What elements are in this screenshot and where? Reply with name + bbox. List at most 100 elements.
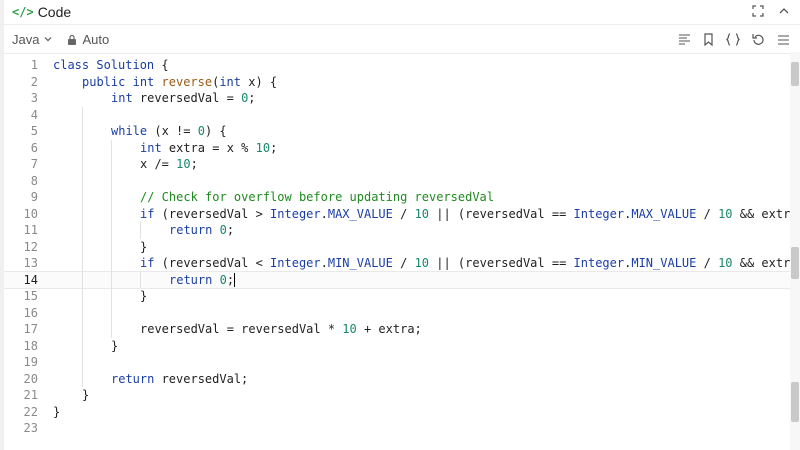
line-number: 9: [30, 190, 38, 204]
code-token: + extra;: [356, 322, 422, 336]
code-line[interactable]: 1 class Solution {: [4, 57, 800, 74]
code-token: ) {: [204, 124, 227, 138]
code-token: int: [219, 74, 242, 89]
text-cursor: [234, 273, 236, 287]
reset-icon[interactable]: [752, 33, 765, 46]
code-token: 10: [255, 140, 271, 155]
code-line[interactable]: 8: [4, 173, 800, 190]
code-token: class: [53, 58, 90, 72]
code-token: int: [111, 91, 133, 105]
code-token: {: [154, 58, 169, 72]
code-line[interactable]: 7 x /= 10;: [4, 156, 800, 173]
language-label: Java: [12, 31, 40, 47]
line-number: 14: [23, 272, 38, 287]
code-line[interactable]: 18}: [4, 338, 800, 355]
code-token: return: [169, 223, 213, 237]
code-text: }: [53, 338, 118, 355]
code-line[interactable]: 5 while (x != 0) {: [4, 123, 800, 140]
code-line[interactable]: 15}: [4, 288, 800, 305]
code-token: reversedVal;: [154, 371, 249, 386]
code-line[interactable]: 14 return 0;: [4, 270, 800, 289]
code-token: /: [696, 256, 719, 270]
line-number: 2: [30, 74, 38, 89]
code-token: }: [82, 388, 90, 402]
indent-guide: [111, 139, 112, 338]
code-token: 10: [718, 256, 733, 270]
code-token: x /=: [140, 157, 177, 171]
code-token: }: [111, 338, 119, 353]
code-line[interactable]: 16: [4, 305, 800, 322]
settings-icon[interactable]: [777, 33, 790, 46]
code-panel-header: </> Code: [4, 0, 800, 25]
code-token: ;: [248, 91, 256, 105]
line-number: 21: [23, 388, 38, 402]
format-icon[interactable]: [678, 33, 691, 45]
code-line[interactable]: 6 int extra = x % 10;: [4, 140, 800, 157]
code-text: class Solution {: [53, 57, 169, 74]
code-line[interactable]: 17 reversedVal = reversedVal * 10 + extra…: [4, 321, 800, 338]
line-number: 1: [30, 58, 38, 72]
code-token: Integer: [270, 206, 321, 221]
indent-guide: [82, 106, 83, 387]
scrollbar-thumb[interactable]: [791, 62, 799, 86]
code-line[interactable]: 4: [4, 107, 800, 124]
line-number: 16: [23, 305, 38, 320]
code-token: Integer: [270, 256, 321, 270]
code-text: }: [53, 288, 147, 305]
code-token: || (reversedVal ==: [429, 206, 574, 221]
code-token: if: [140, 256, 155, 270]
code-line[interactable]: 23: [4, 420, 800, 437]
code-token: ;: [226, 223, 235, 237]
scrollbar-marker: [791, 247, 799, 279]
code-line[interactable]: 12}: [4, 239, 800, 256]
code-line[interactable]: 13 if (reversedVal < Integer.MIN_VALUE / …: [4, 255, 800, 272]
code-token: return: [169, 272, 213, 287]
language-select[interactable]: Java: [12, 32, 53, 47]
code-line[interactable]: 3 int reversedVal = 0;: [4, 90, 800, 107]
code-line[interactable]: 11 return 0;: [4, 222, 800, 239]
code-token: Solution: [96, 58, 155, 72]
lock-icon: [68, 34, 77, 45]
code-token: 10: [414, 206, 430, 221]
code-text: }: [53, 239, 147, 256]
code-token: 10: [718, 206, 733, 221]
code-line[interactable]: 9 // Check for overflow before updating r…: [4, 189, 800, 206]
code-line[interactable]: 22}: [4, 404, 800, 421]
auto-mode[interactable]: Auto: [67, 32, 109, 47]
code-token: while: [111, 124, 148, 138]
line-number: 8: [30, 173, 38, 188]
indent-guide: [140, 222, 141, 239]
code-token: ;: [226, 272, 235, 287]
code-token: 0: [219, 272, 227, 287]
code-line[interactable]: 21}: [4, 387, 800, 404]
code-text: reversedVal = reversedVal * 10 + extra;: [53, 321, 422, 338]
code-line[interactable]: 20 return reversedVal;: [4, 371, 800, 388]
line-number: 7: [30, 157, 38, 171]
code-token: 0: [197, 124, 205, 138]
code-token: /: [696, 206, 719, 221]
line-number: 4: [30, 107, 38, 122]
code-text: public int reverse(int x) {: [53, 74, 277, 91]
expand-icon[interactable]: [752, 4, 764, 20]
code-text: if (reversedVal > Integer.MAX_VALUE / 10…: [53, 206, 800, 223]
code-token: (reversedVal >: [154, 206, 271, 221]
code-editor[interactable]: 1 class Solution {2 public int reverse(int…: [4, 57, 800, 437]
code-token: extra = x %: [161, 140, 256, 155]
bookmark-icon[interactable]: [703, 32, 714, 46]
code-text: return 0;: [53, 272, 236, 289]
code-token: 0: [219, 223, 227, 237]
code-token: MAX_VALUE: [327, 206, 393, 221]
code-text: }: [53, 387, 89, 404]
chevron-up-icon[interactable]: [778, 5, 790, 20]
code-line[interactable]: 10 if (reversedVal > Integer.MAX_VALUE / …: [4, 206, 800, 223]
code-line[interactable]: 19: [4, 354, 800, 371]
braces-icon[interactable]: [726, 32, 740, 46]
code-panel: </> Code Java Auto 1 class Solution {2 …: [4, 0, 800, 450]
code-text: while (x != 0) {: [53, 123, 227, 140]
code-token: /: [392, 256, 415, 270]
code-token: 10: [414, 256, 430, 270]
vertical-scrollbar[interactable]: [790, 52, 800, 450]
code-line[interactable]: 2 public int reverse(int x) {: [4, 74, 800, 91]
